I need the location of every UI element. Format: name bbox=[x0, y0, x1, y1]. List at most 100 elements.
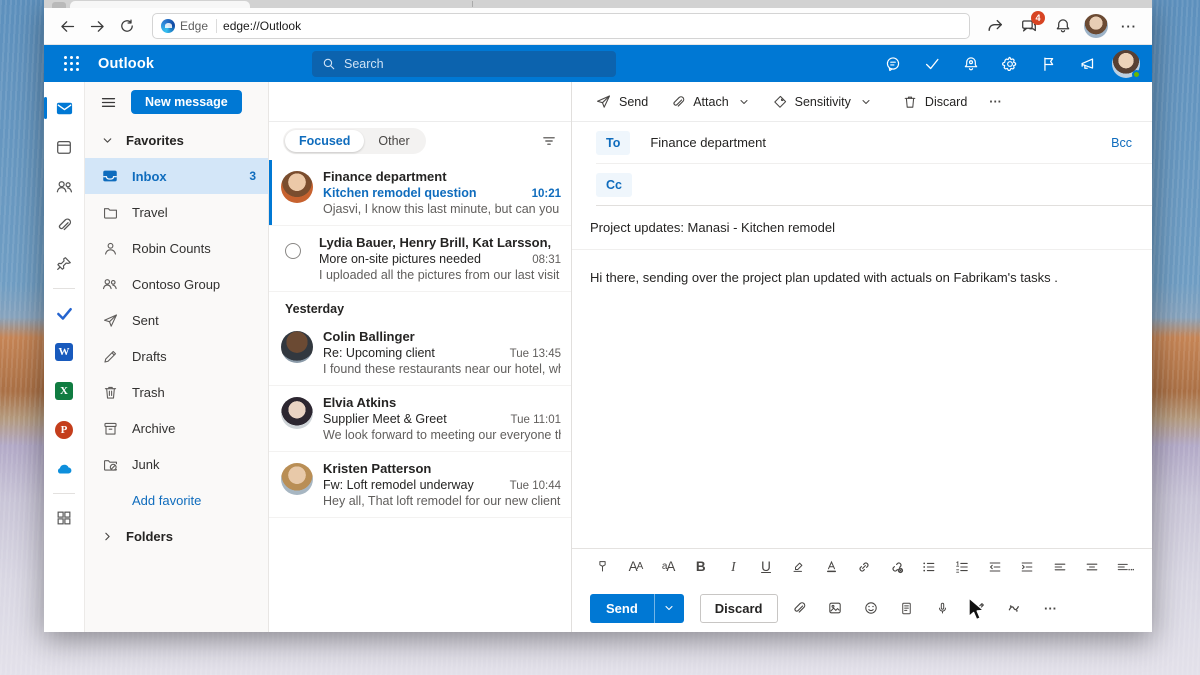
bell-icon[interactable] bbox=[1050, 13, 1076, 39]
rail-onedrive-icon[interactable] bbox=[44, 452, 85, 486]
bullet-list-icon[interactable] bbox=[914, 553, 944, 581]
sidebar-item-travel[interactable]: Travel bbox=[85, 194, 268, 230]
browser-active-tab[interactable] bbox=[70, 1, 250, 8]
more-formatting-icon[interactable] bbox=[1110, 553, 1140, 581]
refresh-button[interactable] bbox=[114, 13, 140, 39]
new-message-button[interactable]: New message bbox=[131, 90, 242, 114]
my-day-check-icon[interactable] bbox=[917, 50, 947, 78]
rail-attachments-icon[interactable] bbox=[44, 208, 85, 242]
tab-focused[interactable]: Focused bbox=[285, 130, 364, 152]
editor-icon[interactable] bbox=[1000, 594, 1030, 622]
forward-button[interactable] bbox=[84, 13, 110, 39]
insert-image-icon[interactable] bbox=[820, 594, 850, 622]
rail-todo-icon[interactable] bbox=[44, 296, 85, 330]
link-icon[interactable] bbox=[849, 553, 879, 581]
list-item-email[interactable]: Elvia Atkins Supplier Meet & Greet Tue 1… bbox=[269, 386, 571, 452]
discard-button[interactable]: Discard bbox=[700, 594, 778, 623]
archive-icon bbox=[101, 420, 119, 437]
filter-icon[interactable] bbox=[541, 133, 557, 149]
browser-tab[interactable] bbox=[52, 2, 66, 8]
italic-icon[interactable]: I bbox=[719, 553, 749, 581]
email-time: Tue 13:45 bbox=[510, 348, 561, 360]
send-button[interactable]: Send bbox=[590, 594, 654, 623]
font-color-icon[interactable] bbox=[816, 553, 846, 581]
sidebar-item-contoso-group[interactable]: Contoso Group bbox=[85, 266, 268, 302]
remove-link-icon[interactable] bbox=[882, 553, 912, 581]
rail-people-icon[interactable] bbox=[44, 169, 85, 203]
rail-calendar-icon[interactable] bbox=[44, 130, 85, 164]
attach-command[interactable]: Attach bbox=[661, 87, 758, 117]
sidebar-item-inbox[interactable]: Inbox 3 bbox=[85, 158, 268, 194]
to-recipient[interactable]: Finance department bbox=[650, 135, 766, 150]
read-circle-icon[interactable] bbox=[285, 243, 301, 259]
align-center-icon[interactable] bbox=[1078, 553, 1108, 581]
list-item-email[interactable]: Kristen Patterson Fw: Loft remodel under… bbox=[269, 452, 571, 518]
chat-notifications-icon[interactable]: 4 bbox=[1016, 13, 1042, 39]
sidebar-item-robin-counts[interactable]: Robin Counts bbox=[85, 230, 268, 266]
to-button[interactable]: To bbox=[596, 131, 630, 155]
highlight-icon[interactable] bbox=[784, 553, 814, 581]
font-icon[interactable]: AA bbox=[621, 553, 651, 581]
outdent-icon[interactable] bbox=[980, 553, 1010, 581]
bcc-link[interactable]: Bcc bbox=[1111, 136, 1132, 150]
underline-icon[interactable]: U bbox=[751, 553, 781, 581]
indent-icon[interactable] bbox=[1012, 553, 1042, 581]
browser-tab-strip[interactable] bbox=[44, 0, 1152, 8]
sidebar-item-drafts[interactable]: Drafts bbox=[85, 338, 268, 374]
browser-more-icon[interactable]: ··· bbox=[1116, 13, 1142, 39]
list-item-email[interactable]: Colin Ballinger Re: Upcoming client Tue … bbox=[269, 320, 571, 386]
rail-pin-icon[interactable] bbox=[44, 247, 85, 281]
browser-profile-avatar[interactable] bbox=[1084, 14, 1108, 38]
discard-command[interactable]: Discard bbox=[893, 87, 976, 117]
email-subject: Supplier Meet & Greet bbox=[323, 412, 502, 426]
share-icon[interactable] bbox=[982, 13, 1008, 39]
app-launcher-icon[interactable] bbox=[56, 50, 88, 78]
templates-icon[interactable] bbox=[892, 594, 922, 622]
add-favorite-link[interactable]: Add favorite bbox=[85, 482, 268, 518]
favorites-header[interactable]: Favorites bbox=[85, 122, 268, 158]
back-button[interactable] bbox=[54, 13, 80, 39]
sidebar-item-sent[interactable]: Sent bbox=[85, 302, 268, 338]
message-body-editor[interactable]: Hi there, sending over the project plan … bbox=[572, 250, 1152, 548]
flag-icon[interactable] bbox=[1034, 50, 1064, 78]
more-commands-icon[interactable]: ··· bbox=[980, 87, 1011, 117]
avatar bbox=[281, 463, 313, 495]
list-item-email[interactable]: Finance department Kitchen remodel quest… bbox=[269, 160, 571, 226]
subject-field[interactable]: Project updates: Manasi - Kitchen remode… bbox=[572, 206, 1152, 250]
sidebar-item-trash[interactable]: Trash bbox=[85, 374, 268, 410]
rail-word-icon[interactable]: W bbox=[44, 335, 85, 369]
font-size-icon[interactable]: aA bbox=[653, 553, 683, 581]
sidebar-item-junk[interactable]: Junk bbox=[85, 446, 268, 482]
cc-button[interactable]: Cc bbox=[596, 173, 632, 197]
rail-divider bbox=[53, 288, 75, 289]
site-badge[interactable]: Edge bbox=[161, 19, 217, 33]
more-options-icon[interactable]: ··· bbox=[1036, 594, 1066, 622]
list-item-email[interactable]: Lydia Bauer, Henry Brill, Kat Larsson, M… bbox=[269, 226, 571, 292]
align-left-icon[interactable] bbox=[1045, 553, 1075, 581]
attach-file-icon[interactable] bbox=[784, 594, 814, 622]
address-bar[interactable]: Edge edge://Outlook bbox=[152, 13, 970, 39]
format-painter-icon[interactable] bbox=[588, 553, 618, 581]
list-group-header: Yesterday bbox=[269, 292, 571, 320]
rail-mail-icon[interactable] bbox=[44, 91, 85, 125]
folders-header[interactable]: Folders bbox=[85, 518, 268, 554]
settings-gear-icon[interactable] bbox=[995, 50, 1025, 78]
teams-chat-icon[interactable] bbox=[878, 50, 908, 78]
tab-other[interactable]: Other bbox=[364, 130, 423, 152]
collapse-pane-icon[interactable] bbox=[95, 89, 121, 115]
profile-avatar[interactable] bbox=[1112, 50, 1140, 78]
notifications-bell-icon[interactable] bbox=[956, 50, 986, 78]
send-options-chevron-icon[interactable] bbox=[654, 594, 684, 623]
search-input[interactable]: Search bbox=[312, 51, 616, 77]
rail-excel-icon[interactable]: X bbox=[44, 374, 85, 408]
emoji-icon[interactable] bbox=[856, 594, 886, 622]
feedback-megaphone-icon[interactable] bbox=[1073, 50, 1103, 78]
rail-more-apps-icon[interactable] bbox=[44, 501, 85, 535]
send-command[interactable]: Send bbox=[586, 87, 657, 117]
sensitivity-command[interactable]: Sensitivity bbox=[763, 87, 881, 117]
numbered-list-icon[interactable] bbox=[947, 553, 977, 581]
rail-powerpoint-icon[interactable]: P bbox=[44, 413, 85, 447]
sidebar-item-archive[interactable]: Archive bbox=[85, 410, 268, 446]
bold-icon[interactable]: B bbox=[686, 553, 716, 581]
dictate-mic-icon[interactable] bbox=[928, 594, 958, 622]
